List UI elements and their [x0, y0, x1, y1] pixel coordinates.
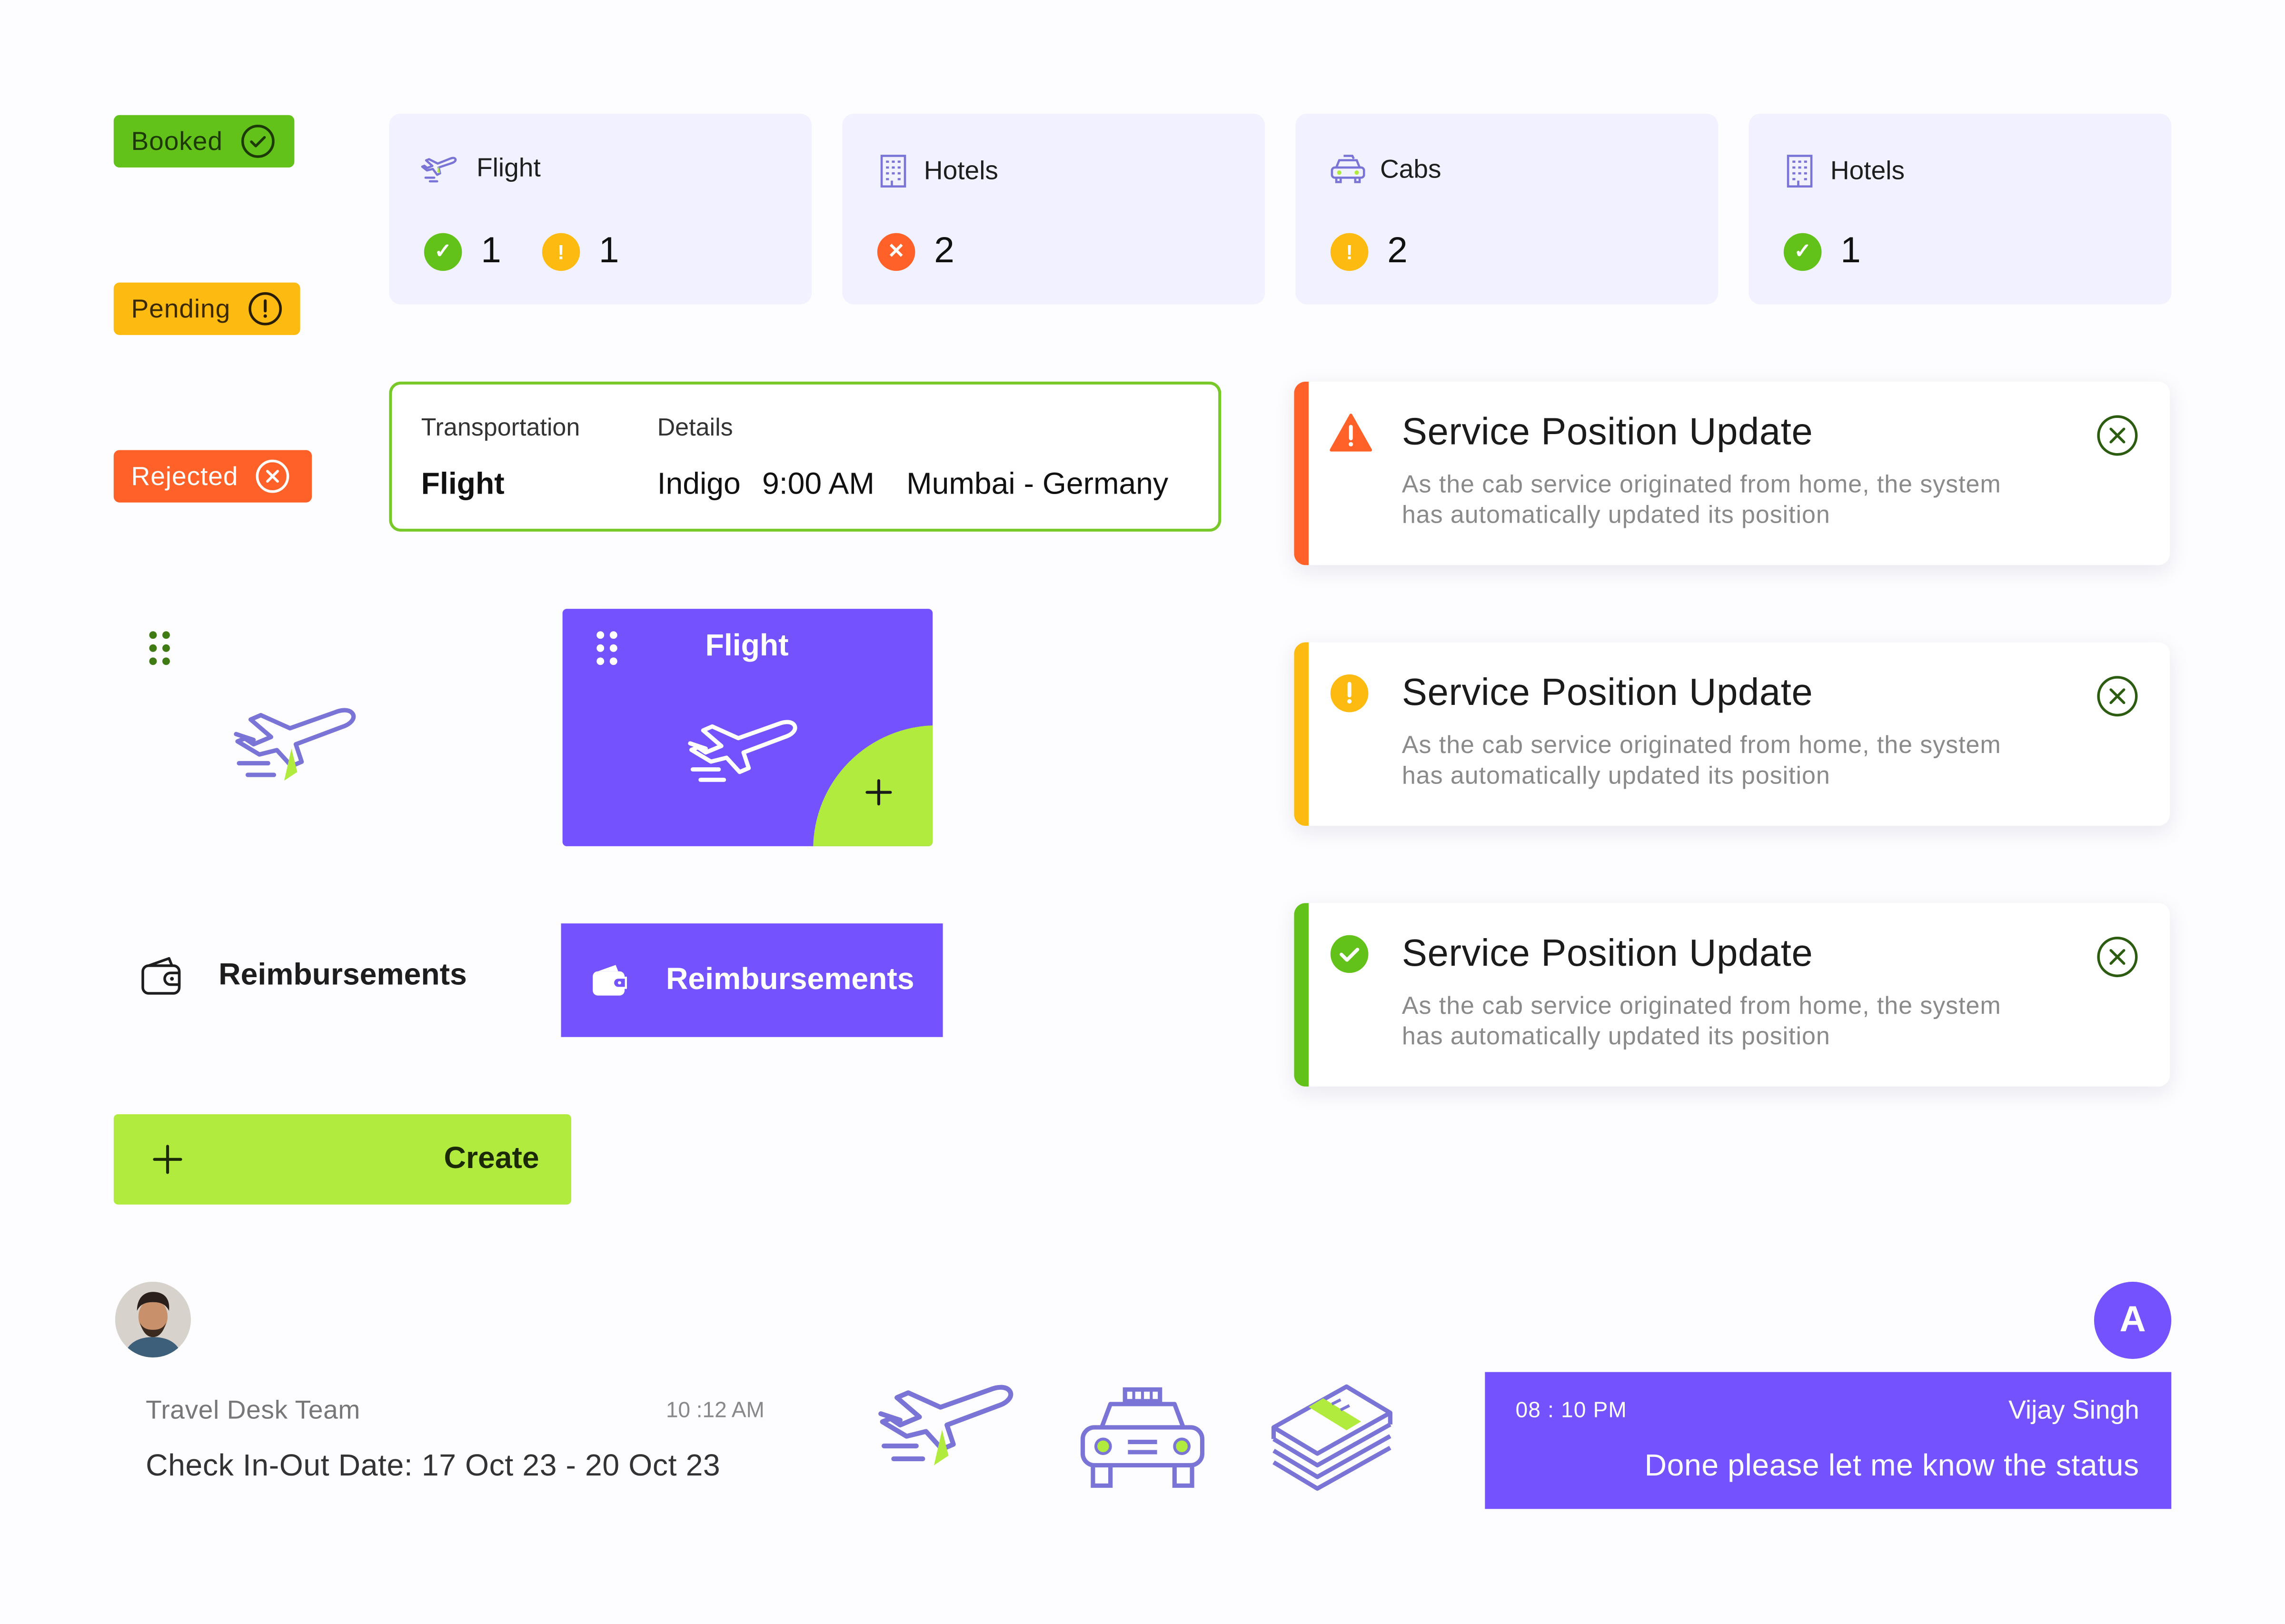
transport-airline: Indigo: [657, 467, 741, 501]
summary-card-hotels[interactable]: Hotels ✕ 2: [842, 113, 1265, 305]
plus-icon[interactable]: [861, 775, 896, 810]
stat-count: 1: [481, 230, 501, 271]
reply-message: Done please let me know the status: [1644, 1449, 2139, 1483]
status-pill-rejected: Rejected: [113, 450, 312, 503]
check-circle-icon: [1329, 934, 1370, 975]
plane-icon: [421, 151, 465, 183]
stage: Booked Pending Rejected Flight ✓ 1 ! 1 H…: [0, 0, 2285, 1624]
pill-label: Rejected: [131, 461, 238, 490]
close-icon[interactable]: [2096, 674, 2139, 718]
stat-pending: ! 1: [542, 230, 619, 272]
plane-icon: [685, 717, 807, 804]
notification-title: Service Position Update: [1401, 670, 1813, 714]
car-icon: [1328, 151, 1369, 186]
create-label: Create: [444, 1142, 539, 1176]
building-icon: [874, 151, 913, 189]
summary-card-hotels-2[interactable]: Hotels ✓ 1: [1749, 113, 2172, 305]
notification-error: Service Position Update As the cab servi…: [1294, 381, 2170, 565]
pill-label: Pending: [131, 293, 231, 323]
check-circle-icon: [240, 124, 275, 158]
stat-pending: ! 2: [1330, 230, 1408, 272]
create-button[interactable]: Create: [113, 1114, 571, 1205]
exclamation-circle-icon: [248, 291, 283, 326]
plus-icon: [151, 1143, 183, 1175]
exclamation-icon: !: [1330, 232, 1369, 270]
exclamation-circle-icon: [1329, 673, 1370, 714]
notification-title: Service Position Update: [1401, 931, 1813, 975]
notification-message: As the cab service originated from home,…: [1401, 731, 2001, 790]
transport-mode: Flight: [421, 467, 505, 501]
reimbursements-label: Reimbursements: [219, 958, 467, 992]
check-icon: ✓: [1783, 232, 1822, 270]
x-circle-icon: [256, 459, 290, 494]
avatar[interactable]: [115, 1281, 191, 1358]
reply-message-bubble: 08 : 10 PM Vijay Singh Done please let m…: [1485, 1372, 2172, 1509]
notification-warning: Service Position Update As the cab servi…: [1294, 642, 2170, 826]
plane-icon[interactable]: [230, 705, 368, 801]
reply-avatar[interactable]: A: [2094, 1281, 2172, 1359]
stat-count: 1: [598, 230, 619, 271]
stat-rejected: ✕ 2: [877, 230, 954, 272]
flight-tile[interactable]: Flight: [562, 609, 933, 846]
building-icon: [1781, 151, 1819, 189]
x-icon: ✕: [877, 232, 915, 270]
card-title: Cabs: [1380, 153, 1441, 183]
flight-tile-label: Flight: [705, 629, 789, 663]
summary-card-cabs[interactable]: Cabs ! 2: [1295, 113, 1719, 305]
card-title: Hotels: [924, 155, 999, 185]
taxi-icon: [1078, 1384, 1206, 1491]
wallet-icon: [590, 960, 631, 1001]
transport-time: 9:00 AM: [762, 467, 874, 501]
close-icon[interactable]: [2096, 935, 2139, 979]
drag-handle-icon[interactable]: [595, 629, 621, 667]
transport-details-card[interactable]: Transportation Details Flight Indigo 9:0…: [389, 381, 1222, 532]
transportation-header: Transportation: [421, 414, 580, 442]
card-title: Hotels: [1830, 155, 1905, 185]
check-icon: ✓: [424, 232, 462, 270]
card-title: Flight: [477, 152, 541, 181]
notification-message: As the cab service originated from home,…: [1401, 991, 2001, 1050]
notification-success: Service Position Update As the cab servi…: [1294, 903, 2170, 1087]
notification-title: Service Position Update: [1401, 409, 1813, 453]
stat-count: 1: [1840, 230, 1861, 271]
stat-count: 2: [934, 230, 954, 271]
reimbursements-button[interactable]: Reimbursements: [561, 923, 943, 1037]
details-header: Details: [657, 414, 733, 442]
reply-sender: Vijay Singh: [2008, 1395, 2139, 1425]
stat-count: 2: [1387, 230, 1408, 271]
plane-icon: [874, 1381, 1026, 1488]
status-pill-booked: Booked: [113, 115, 295, 168]
reply-time: 08 : 10 PM: [1515, 1398, 1627, 1423]
stat-booked: ✓ 1: [424, 230, 501, 272]
drag-handle-icon[interactable]: [147, 629, 173, 667]
chat-message: Check In-Out Date: 17 Oct 23 - 20 Oct 23: [146, 1449, 721, 1483]
stat-booked: ✓ 1: [1783, 230, 1861, 272]
summary-card-flight[interactable]: Flight ✓ 1 ! 1: [389, 113, 812, 305]
reimbursements-nav-item[interactable]: Reimbursements: [140, 954, 467, 998]
notification-message: As the cab service originated from home,…: [1401, 470, 2001, 529]
chat-time: 10 :12 AM: [666, 1398, 765, 1423]
money-stack-icon: [1265, 1375, 1399, 1495]
pill-label: Booked: [131, 126, 223, 155]
status-pill-pending: Pending: [113, 282, 300, 335]
warning-triangle-icon: [1329, 412, 1373, 453]
wallet-icon: [140, 954, 187, 998]
exclamation-icon: !: [542, 232, 580, 270]
transport-route: Mumbai - Germany: [906, 467, 1169, 501]
reimbursements-button-label: Reimbursements: [666, 962, 914, 997]
chat-sender: Travel Desk Team: [146, 1395, 360, 1425]
close-icon[interactable]: [2096, 414, 2139, 457]
